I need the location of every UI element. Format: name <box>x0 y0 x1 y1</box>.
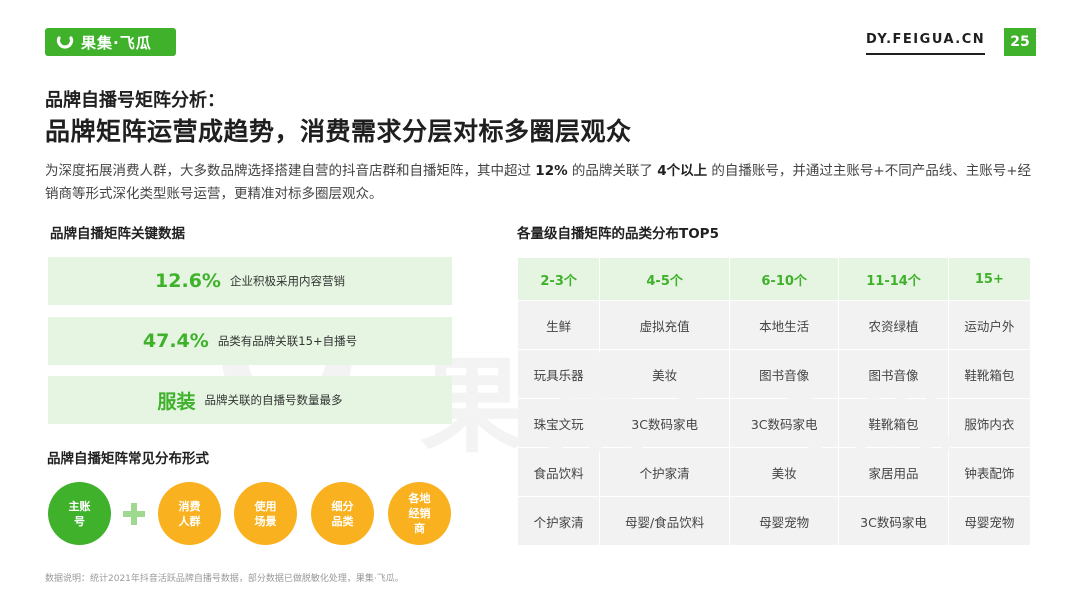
main-account-circle: 主账号 <box>48 482 111 545</box>
column-header: 2-3个 <box>518 258 600 300</box>
column-header: 11-14个 <box>839 258 948 300</box>
stat-text: 企业积极采用内容营销 <box>229 274 345 288</box>
highlight-count: 4个以上 <box>657 163 708 179</box>
table-cell: 个护家清 <box>518 497 600 545</box>
description: 为深度拓展消费人群，大多数品牌选择搭建自营的抖音店群和自播矩阵，其中超过 12%… <box>45 163 1032 202</box>
plus-icon <box>123 503 145 525</box>
distribution-circle: 消费人群 <box>158 482 221 545</box>
table-cell: 本地生活 <box>729 301 839 349</box>
category-table-label: 各量级自播矩阵的品类分布TOP5 <box>517 226 719 242</box>
table-cell: 美妆 <box>729 448 839 496</box>
page-title: 品牌矩阵运营成趋势，消费需求分层对标多圈层观众 <box>45 117 632 146</box>
category-table: 2-3个 4-5个 6-10个 11-14个 15+ 生鲜 虚拟充值 本地生活 … <box>517 257 1031 546</box>
highlight-percent: 12% <box>535 163 568 179</box>
distribution-circle: 各地经销商 <box>388 482 451 545</box>
stat-text: 品类有品牌关联15+自播号 <box>217 334 358 348</box>
stat-text: 品牌关联的自播号数量最多 <box>204 393 343 407</box>
stat-card: 服装 品牌关联的自播号数量最多 <box>48 376 452 424</box>
stat-value: 47.4% <box>142 330 209 352</box>
table-row: 珠宝文玩 3C数码家电 3C数码家电 鞋靴箱包 服饰内衣 <box>518 399 1030 447</box>
table-row: 个护家清 母婴/食品饮料 母婴宠物 3C数码家电 母婴宠物 <box>518 497 1030 545</box>
table-header-row: 2-3个 4-5个 6-10个 11-14个 15+ <box>518 258 1030 300</box>
key-data-label: 品牌自播矩阵关键数据 <box>50 226 185 242</box>
table-cell: 服饰内衣 <box>948 399 1030 447</box>
table-cell: 生鲜 <box>518 301 600 349</box>
table-cell: 农资绿植 <box>839 301 948 349</box>
table-cell: 玩具乐器 <box>518 350 600 398</box>
brand-logo: 果集·飞瓜 <box>45 28 176 56</box>
distribution-circle: 使用场景 <box>234 482 297 545</box>
table-cell: 图书音像 <box>729 350 839 398</box>
table-row: 生鲜 虚拟充值 本地生活 农资绿植 运动户外 <box>518 301 1030 349</box>
logo-smile-icon <box>56 36 74 49</box>
table-cell: 美妆 <box>600 350 729 398</box>
distribution-circle: 细分品类 <box>311 482 374 545</box>
table-cell: 运动户外 <box>948 301 1030 349</box>
table-cell: 钟表配饰 <box>948 448 1030 496</box>
table-cell: 3C数码家电 <box>729 399 839 447</box>
table-cell: 母婴宠物 <box>948 497 1030 545</box>
page-number: 25 <box>1004 28 1036 56</box>
column-header: 4-5个 <box>600 258 729 300</box>
table-row: 玩具乐器 美妆 图书音像 图书音像 鞋靴箱包 <box>518 350 1030 398</box>
data-note: 数据说明：统计2021年抖音活跃品牌自播号数据，部分数据已做脱敏化处理，果集·飞… <box>45 574 404 584</box>
table-cell: 母婴宠物 <box>729 497 839 545</box>
table-cell: 珠宝文玩 <box>518 399 600 447</box>
distribution-label: 品牌自播矩阵常见分布形式 <box>47 451 209 467</box>
column-header: 6-10个 <box>729 258 839 300</box>
table-cell: 鞋靴箱包 <box>839 399 948 447</box>
table-row: 食品饮料 个护家清 美妆 家居用品 钟表配饰 <box>518 448 1030 496</box>
table-cell: 鞋靴箱包 <box>948 350 1030 398</box>
stat-card: 47.4% 品类有品牌关联15+自播号 <box>48 317 452 365</box>
table-cell: 家居用品 <box>839 448 948 496</box>
table-cell: 个护家清 <box>600 448 729 496</box>
stat-value: 服装 <box>157 390 196 413</box>
column-header: 15+ <box>948 258 1030 300</box>
logo-text: 果集·飞瓜 <box>81 33 152 52</box>
stat-card: 12.6% 企业积极采用内容营销 <box>48 257 452 305</box>
section-subtitle: 品牌自播号矩阵分析： <box>45 90 225 111</box>
table-cell: 3C数码家电 <box>839 497 948 545</box>
table-cell: 母婴/食品饮料 <box>600 497 729 545</box>
table-cell: 3C数码家电 <box>600 399 729 447</box>
table-cell: 食品饮料 <box>518 448 600 496</box>
table-cell: 图书音像 <box>839 350 948 398</box>
site-url: DY.FEIGUA.CN <box>866 32 986 55</box>
table-cell: 虚拟充值 <box>600 301 729 349</box>
stat-value: 12.6% <box>155 270 221 292</box>
